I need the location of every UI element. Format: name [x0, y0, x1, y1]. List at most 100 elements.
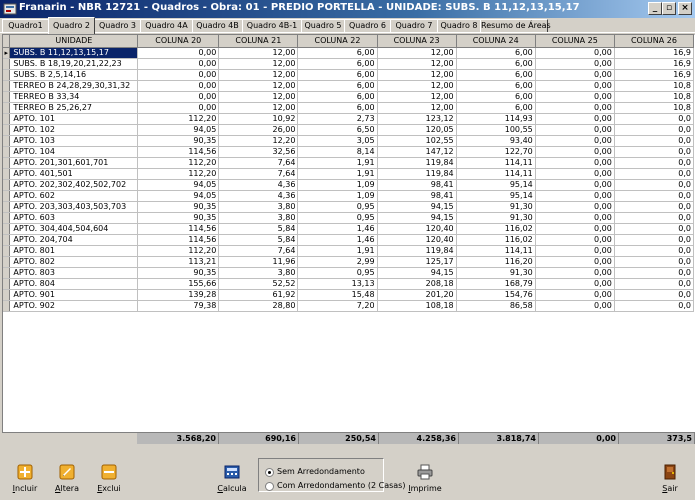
value-cell[interactable]: 12,00 [377, 47, 457, 59]
value-cell[interactable]: 12,00 [218, 47, 299, 59]
unit-cell[interactable]: SUBS. B 2,5,14,16 [9, 69, 139, 81]
value-cell[interactable]: 208,18 [377, 278, 457, 290]
value-cell[interactable]: 3,80 [218, 201, 299, 213]
value-cell[interactable]: 0,00 [137, 102, 220, 114]
row-indicator[interactable] [3, 300, 11, 312]
value-cell[interactable]: 201,20 [377, 289, 457, 301]
unit-cell[interactable]: APTO. 901 [9, 289, 139, 301]
tab-quadro-6[interactable]: Quadro 6 [344, 19, 391, 33]
value-cell[interactable]: 7,64 [218, 245, 299, 257]
value-cell[interactable]: 112,20 [137, 157, 220, 169]
value-cell[interactable]: 0,00 [535, 58, 615, 70]
unit-cell[interactable]: APTO. 801 [9, 245, 139, 257]
tab-quadro-2[interactable]: Quadro 2 [48, 17, 95, 34]
value-cell[interactable]: 28,80 [218, 300, 299, 312]
value-cell[interactable]: 0,00 [535, 69, 615, 81]
value-cell[interactable]: 0,00 [535, 146, 615, 158]
value-cell[interactable]: 12,00 [377, 58, 457, 70]
value-cell[interactable]: 12,20 [218, 135, 299, 147]
row-indicator[interactable] [3, 124, 11, 136]
table-row[interactable]: APTO. 103 90,35 12,20 3,05 102,55 93,40 0,00 0,… [3, 135, 694, 147]
value-cell[interactable]: 116,02 [456, 223, 536, 235]
value-cell[interactable]: 1,46 [297, 223, 378, 235]
value-cell[interactable]: 98,41 [377, 190, 457, 202]
value-cell[interactable]: 112,20 [137, 245, 220, 257]
value-cell[interactable]: 0,00 [535, 190, 615, 202]
value-cell[interactable]: 12,00 [218, 80, 299, 92]
table-row[interactable]: APTO. 602 94,05 4,36 1,09 98,41 95,14 0,00 0,0 [3, 190, 694, 202]
unit-cell[interactable]: APTO. 803 [9, 267, 139, 279]
value-cell[interactable]: 0,0 [614, 234, 694, 246]
value-cell[interactable]: 116,02 [456, 234, 536, 246]
value-cell[interactable]: 52,52 [218, 278, 299, 290]
unit-cell[interactable]: APTO. 902 [9, 300, 139, 312]
value-cell[interactable]: 6,00 [456, 102, 536, 114]
value-cell[interactable]: 0,00 [535, 135, 615, 147]
table-row[interactable]: APTO. 204,704 114,56 5,84 1,46 120,40 116,02 0… [3, 234, 694, 246]
row-indicator[interactable] [3, 69, 11, 81]
table-row[interactable]: APTO. 802 113,21 11,96 2,99 125,17 116,20 0,00… [3, 256, 694, 268]
value-cell[interactable]: 7,64 [218, 168, 299, 180]
value-cell[interactable]: 12,00 [377, 102, 457, 114]
value-cell[interactable]: 4,36 [218, 190, 299, 202]
value-cell[interactable]: 90,35 [137, 212, 220, 224]
unit-cell[interactable]: TERREO B 24,28,29,30,31,32 [9, 80, 139, 92]
minimize-button[interactable]: _ [648, 2, 662, 15]
unit-cell[interactable]: APTO. 202,302,402,502,702 [9, 179, 139, 191]
value-cell[interactable]: 12,00 [218, 58, 299, 70]
value-cell[interactable]: 0,0 [614, 190, 694, 202]
value-cell[interactable]: 0,00 [535, 168, 615, 180]
value-cell[interactable]: 6,00 [456, 58, 536, 70]
unit-cell[interactable]: APTO. 204,704 [9, 234, 139, 246]
row-indicator[interactable] [3, 278, 11, 290]
tab-quadro1[interactable]: Quadro1 [2, 19, 49, 33]
value-cell[interactable]: 0,00 [137, 47, 220, 59]
table-row[interactable]: APTO. 401,501 112,20 7,64 1,91 119,84 114,11 0… [3, 168, 694, 180]
value-cell[interactable]: 0,0 [614, 179, 694, 191]
table-row[interactable]: APTO. 102 94,05 26,00 6,50 120,05 100,55 0,00 0… [3, 124, 694, 136]
value-cell[interactable]: 114,56 [137, 234, 220, 246]
unit-cell[interactable]: APTO. 103 [9, 135, 139, 147]
value-cell[interactable]: 120,40 [377, 223, 457, 235]
table-row[interactable]: TERREO B 25,26,27 0,00 12,00 6,00 12,00 6,00 0… [3, 102, 694, 114]
table-row[interactable]: APTO. 902 79,38 28,80 7,20 108,18 86,58 0,00 0,… [3, 300, 694, 312]
value-cell[interactable]: 0,00 [137, 80, 220, 92]
value-cell[interactable]: 10,8 [614, 80, 694, 92]
value-cell[interactable]: 61,92 [218, 289, 299, 301]
value-cell[interactable]: 93,40 [456, 135, 536, 147]
value-cell[interactable]: 4,36 [218, 179, 299, 191]
value-cell[interactable]: 112,20 [137, 113, 220, 125]
row-indicator[interactable] [3, 168, 11, 180]
tab-quadro-8[interactable]: Quadro 8 [437, 19, 481, 33]
row-indicator[interactable] [3, 256, 11, 268]
column-header[interactable]: COLUNA 23 [377, 35, 457, 48]
unit-cell[interactable]: APTO. 602 [9, 190, 139, 202]
value-cell[interactable]: 0,00 [137, 91, 220, 103]
unit-cell[interactable]: APTO. 304,404,504,604 [9, 223, 139, 235]
value-cell[interactable]: 0,00 [535, 201, 615, 213]
row-indicator[interactable] [3, 102, 11, 114]
column-header[interactable]: COLUNA 25 [535, 35, 615, 48]
row-indicator[interactable] [3, 245, 11, 257]
table-row[interactable]: APTO. 603 90,35 3,80 0,95 94,15 91,30 0,00 0,0 [3, 212, 694, 224]
unit-cell[interactable]: SUBS. B 11,12,13,15,17 [9, 47, 139, 59]
table-row[interactable]: APTO. 804 155,66 52,52 13,13 208,18 168,79 0,0… [3, 278, 694, 290]
table-row[interactable]: TERREO B 33,34 0,00 12,00 6,00 12,00 6,00 0,00… [3, 91, 694, 103]
value-cell[interactable]: 0,95 [297, 212, 378, 224]
close-button[interactable]: × [678, 2, 692, 15]
unit-cell[interactable]: APTO. 104 [9, 146, 139, 158]
value-cell[interactable]: 16,9 [614, 47, 694, 59]
value-cell[interactable]: 0,00 [137, 58, 220, 70]
column-header[interactable]: COLUNA 24 [456, 35, 536, 48]
column-header[interactable]: COLUNA 20 [137, 35, 220, 48]
table-row[interactable]: SUBS. B 18,19,20,21,22,23 0,00 12,00 6,00 12… [3, 58, 694, 70]
tab-quadro-4a[interactable]: Quadro 4A [140, 19, 193, 33]
maximize-button[interactable]: ▫ [662, 2, 676, 15]
value-cell[interactable]: 154,76 [456, 289, 536, 301]
value-cell[interactable]: 6,00 [297, 69, 378, 81]
value-cell[interactable]: 119,84 [377, 157, 457, 169]
value-cell[interactable]: 6,00 [297, 102, 378, 114]
value-cell[interactable]: 147,12 [377, 146, 457, 158]
value-cell[interactable]: 0,00 [535, 179, 615, 191]
value-cell[interactable]: 0,0 [614, 278, 694, 290]
